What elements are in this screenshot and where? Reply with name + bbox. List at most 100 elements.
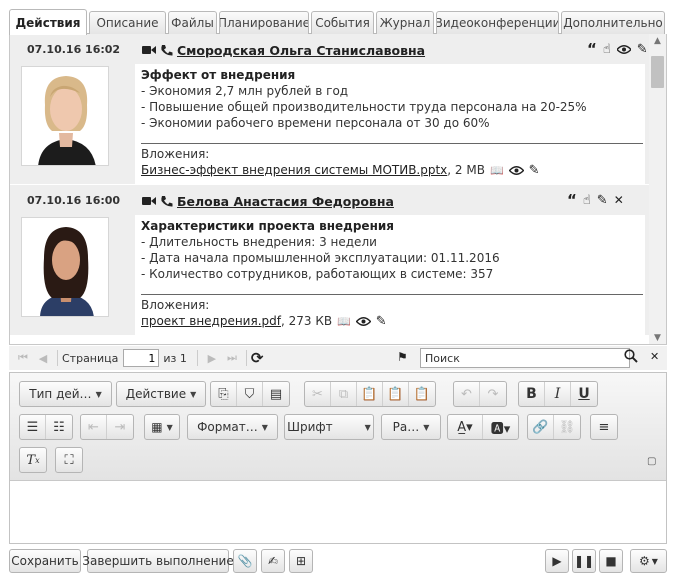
numbered-list-icon[interactable]: ☰ [20,415,46,439]
table-button[interactable]: ▦ ▼ [144,414,180,440]
attachment-link[interactable]: проект внедрения.pdf [141,314,281,328]
eye-icon[interactable] [508,165,524,175]
template-icon[interactable]: ⎘ [211,382,237,406]
editor-content-area[interactable] [10,481,666,543]
tab-journal[interactable]: Журнал [376,11,434,34]
tab-planning[interactable]: Планирование [219,11,309,34]
quote-icon[interactable]: “ [587,41,597,57]
pause-icon[interactable]: ❚❚ [572,549,596,573]
outdent-icon[interactable]: ⇤ [81,415,107,439]
link-group: 🔗 ⛓ [527,414,581,440]
author-link[interactable]: Белова Анастасия Федоровна [177,194,394,209]
horizontal-line-icon[interactable]: ≡ [591,415,617,439]
video-icon [142,196,156,206]
flag-icon[interactable]: ⚑ [397,351,408,363]
color-group: A̲▾ 🅰▾ [447,414,519,440]
action-dropdown[interactable]: Действие ▼ [116,381,206,407]
refresh-icon[interactable]: ⟳ [251,350,264,366]
attachment-link[interactable]: Бизнес-эффект внедрения системы МОТИВ.pp… [141,163,447,177]
paste-icon[interactable]: 📋 [357,382,383,406]
cut-icon[interactable]: ✂ [305,382,331,406]
tab-description[interactable]: Описание [89,11,166,34]
maximize-icon[interactable]: ⛶ [56,448,82,472]
bold-icon[interactable]: B [519,382,545,406]
author-link[interactable]: Смородская Ольга Станиславовна [177,43,425,58]
paste-text-icon[interactable]: 📋 [383,382,409,406]
underline-icon[interactable]: U [571,382,597,406]
settings-dropdown[interactable]: ⚙ ▼ [630,549,667,573]
chevron-down-icon: ▼ [651,556,658,566]
action-type-dropdown[interactable]: Тип дей… ▼ [19,381,112,407]
shield-plus-icon[interactable]: ⛉ [237,382,263,406]
entry-body: Эффект от внедрения - Экономия 2,7 млн р… [135,64,645,184]
format-label: Формат… [197,420,258,434]
undo-icon[interactable]: ↶ [454,382,480,406]
search-input[interactable]: Поиск [420,348,630,368]
first-page-icon[interactable]: ⏮ [13,351,33,365]
prev-page-icon[interactable]: ◀ [33,352,53,365]
tab-files[interactable]: Файлы [168,11,217,34]
pencil-icon[interactable]: ✎ [637,43,648,56]
org-chart-icon[interactable]: ⊞ [289,549,313,573]
eye-icon[interactable] [355,316,371,326]
activity-feed[interactable]: 07.10.16 16:02 Смородская Ольга Станисла… [9,34,667,345]
read-icon[interactable]: 📖 [490,165,504,176]
text-color-icon[interactable]: A̲▾ [448,415,483,439]
pencil-icon[interactable]: ✎ [597,194,608,207]
page-of-label: из 1 [163,351,187,365]
table-icon: ▦ [151,420,163,434]
background-color-icon[interactable]: 🅰▾ [483,415,518,439]
size-dropdown[interactable]: Ра… ▼ [381,414,441,440]
search-icon[interactable] [624,349,638,363]
finish-button[interactable]: Завершить выполнение [82,549,234,573]
signature-icon[interactable]: ✍ [261,549,285,573]
clear-format-icon[interactable]: Tx [20,448,46,472]
attach-icon[interactable]: 📎 [233,549,257,573]
unlink-icon[interactable]: ⛓ [554,415,580,439]
chevron-down-icon: ▼ [190,389,197,399]
pencil-icon[interactable]: ✎ [529,164,540,177]
close-icon[interactable]: ✕ [650,351,659,362]
play-icon[interactable]: ▶ [545,549,569,573]
read-icon[interactable]: 📖 [337,316,351,327]
bullet-list-icon[interactable]: ☷ [46,415,72,439]
last-page-icon[interactable]: ⏭ [222,351,242,365]
page-number-input[interactable] [123,349,160,367]
size-label: Ра… [392,420,420,434]
history-group: ↶ ↷ [453,381,507,407]
close-icon[interactable]: ✕ [614,194,624,206]
scroll-up-icon[interactable]: ▲ [649,36,666,46]
format-dropdown[interactable]: Формат… ▼ [187,414,278,440]
next-page-icon[interactable]: ▶ [202,352,222,365]
quote-icon[interactable]: “ [567,192,577,208]
tab-events[interactable]: События [311,11,374,34]
entry-header: Белова Анастасия Федоровна [142,191,394,211]
document-icon[interactable]: ▤ [263,382,289,406]
italic-icon[interactable]: I [545,382,571,406]
indent-icon[interactable]: ⇥ [107,415,133,439]
attachments: Вложения: проект внедрения.pdf, 273 КВ 📖… [141,297,387,329]
eye-icon[interactable] [616,44,631,54]
collapse-toolbar-icon[interactable]: ▢ [647,457,656,467]
redo-icon[interactable]: ↷ [480,382,506,406]
hand-icon[interactable]: ☝ [603,43,611,56]
scrollbar-thumb[interactable] [651,56,664,88]
video-icon [142,45,156,55]
save-button[interactable]: Сохранить [9,549,81,573]
tab-additional[interactable]: Дополнительно [561,11,665,34]
font-label: Шрифт [287,420,333,434]
copy-icon[interactable]: ⧉ [331,382,357,406]
action-label: Действие [125,387,187,401]
link-icon[interactable]: 🔗 [528,415,554,439]
activity-entry: 07.10.16 16:02 Смородская Ольга Станисла… [10,34,650,184]
stop-icon[interactable]: ■ [599,549,623,573]
phone-icon [160,195,173,208]
feed-scrollbar[interactable]: ▲ ▼ [649,34,666,344]
pencil-icon[interactable]: ✎ [376,315,387,328]
tab-videoconferences[interactable]: Видеоконференции [436,11,559,34]
hand-icon[interactable]: ☝ [583,194,591,207]
paste-word-icon[interactable]: 📋 [409,382,435,406]
scroll-down-icon[interactable]: ▼ [649,333,666,343]
tab-actions[interactable]: Действия [9,9,87,35]
font-dropdown[interactable]: Шрифт ▼ [284,414,374,440]
